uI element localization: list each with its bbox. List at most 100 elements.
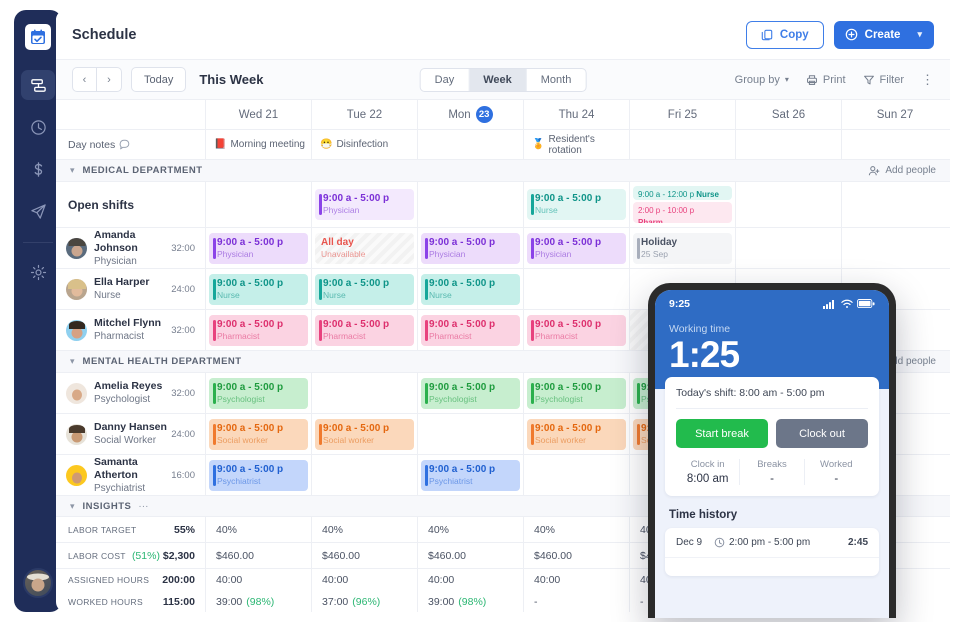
open-shift-cell[interactable] <box>736 182 842 227</box>
shift-cell[interactable] <box>312 373 418 413</box>
day-note-cell[interactable] <box>736 130 842 159</box>
shift-chip[interactable]: 9:00 a - 5:00 p Physician <box>527 233 626 264</box>
shift-cell[interactable]: 9:00 a - 5:00 p Psychiatrist <box>206 455 312 495</box>
next-week-button[interactable]: › <box>97 67 122 92</box>
day-note-cell[interactable]: 😷 Disinfection <box>312 130 418 159</box>
shift-cell[interactable] <box>418 414 524 454</box>
day-header-fri[interactable]: Fri 25 <box>630 100 736 129</box>
shift-cell[interactable]: 9:00 a - 5:00 p Pharmacist <box>524 310 630 350</box>
person-cell[interactable]: Danny Hansen Social Worker 24:00 <box>56 414 206 454</box>
shift-cell[interactable]: 9:00 a - 5:00 p Psychologist <box>206 373 312 413</box>
shift-cell[interactable]: 9:00 a - 5:00 p Pharmacist <box>418 310 524 350</box>
person-cell[interactable]: Amanda Johnson Physician 32:00 <box>56 228 206 268</box>
day-note-cell[interactable] <box>630 130 736 159</box>
open-shift-cell[interactable] <box>842 182 948 227</box>
day-note-cell[interactable] <box>418 130 524 159</box>
shift-cell[interactable]: 9:00 a - 5:00 p Nurse <box>206 269 312 309</box>
shift-cell[interactable]: 9:00 a - 5:00 p Social worker <box>206 414 312 454</box>
shift-cell[interactable] <box>312 455 418 495</box>
shift-cell[interactable]: 9:00 a - 5:00 p Social worker <box>312 414 418 454</box>
day-note-cell[interactable] <box>842 130 948 159</box>
shift-cell[interactable]: 9:00 a - 5:00 p Nurse <box>312 269 418 309</box>
open-shift-cell[interactable]: 9:00 a - 5:00 p Physician <box>312 182 418 227</box>
shift-cell[interactable]: 9:00 a - 5:00 p Pharmacist <box>312 310 418 350</box>
shift-cell[interactable]: 9:00 a - 5:00 p Physician <box>524 228 630 268</box>
view-week[interactable]: Week <box>469 69 527 91</box>
department-header-medical[interactable]: ▾ MEDICAL DEPARTMENT Add people <box>56 160 950 182</box>
sidebar-item-payroll[interactable] <box>21 154 55 184</box>
group-by-button[interactable]: Group by ▾ <box>735 74 789 86</box>
shift-chip[interactable]: 9:00 a - 5:00 p Social worker <box>527 419 626 450</box>
view-month[interactable]: Month <box>527 69 586 91</box>
sidebar-item-schedule[interactable] <box>21 70 55 100</box>
shift-chip-mini[interactable]: 2:00 p - 10:00 p Pharm... <box>633 202 732 223</box>
open-shift-cell[interactable] <box>206 182 312 227</box>
person-cell[interactable]: Ella Harper Nurse 24:00 <box>56 269 206 309</box>
user-avatar[interactable] <box>23 568 53 598</box>
shift-chip[interactable]: 9:00 a - 5:00 p Psychiatrist <box>209 460 308 491</box>
shift-cell[interactable]: Holiday 25 Sep <box>630 228 736 268</box>
shift-chip[interactable]: 9:00 a - 5:00 p Physician <box>209 233 308 264</box>
create-button[interactable]: Create ▾ <box>834 21 934 49</box>
shift-cell[interactable]: 9:00 a - 5:00 p Pharmacist <box>206 310 312 350</box>
shift-cell[interactable] <box>524 455 630 495</box>
shift-cell[interactable]: 9:00 a - 5:00 p Nurse <box>418 269 524 309</box>
view-day[interactable]: Day <box>421 69 470 91</box>
shift-cell[interactable]: All day Unavailable <box>312 228 418 268</box>
day-header-mon-today[interactable]: Mon 23 <box>418 100 524 129</box>
list-item[interactable]: Dec 9 2:00 pm - 5:00 pm 2:45 <box>665 528 879 558</box>
shift-cell[interactable]: 9:00 a - 5:00 p Physician <box>418 228 524 268</box>
sidebar-item-messages[interactable] <box>21 196 55 226</box>
holiday-chip[interactable]: Holiday 25 Sep <box>633 233 732 264</box>
day-header-thu[interactable]: Thu 24 <box>524 100 630 129</box>
more-options-button[interactable]: ⋮ <box>921 72 934 88</box>
shift-cell[interactable]: 9:00 a - 5:00 p Psychiatrist <box>418 455 524 495</box>
person-cell[interactable]: Mitchel Flynn Pharmacist 32:00 <box>56 310 206 350</box>
open-shift-cell[interactable]: 9:00 a - 12:00 p Nurse 2:00 p - 10:00 p … <box>630 182 736 227</box>
shift-chip[interactable]: 9:00 a - 5:00 p Pharmacist <box>315 315 414 346</box>
chevron-down-icon[interactable]: ▾ <box>70 501 75 512</box>
shift-chip[interactable]: 9:00 a - 5:00 p Nurse <box>209 274 308 305</box>
sidebar-item-settings[interactable] <box>21 257 55 287</box>
chevron-down-icon[interactable]: ▾ <box>917 29 922 40</box>
shift-cell[interactable]: 9:00 a - 5:00 p Physician <box>206 228 312 268</box>
shift-chip[interactable]: 9:00 a - 5:00 p Social worker <box>209 419 308 450</box>
shift-chip[interactable]: 9:00 a - 5:00 p Nurse <box>421 274 520 305</box>
add-people-button[interactable]: Add people <box>868 165 936 177</box>
shift-cell[interactable] <box>524 269 630 309</box>
day-header-sun[interactable]: Sun 27 <box>842 100 948 129</box>
list-item[interactable] <box>665 558 879 576</box>
filter-button[interactable]: Filter <box>863 74 904 86</box>
app-logo[interactable] <box>25 24 51 50</box>
shift-chip-mini[interactable]: 9:00 a - 12:00 p Nurse <box>633 186 732 200</box>
shift-chip[interactable]: 9:00 a - 5:00 p Pharmacist <box>421 315 520 346</box>
day-header-wed[interactable]: Wed 21 <box>206 100 312 129</box>
today-button[interactable]: Today <box>131 67 186 92</box>
chevron-down-icon[interactable]: ▾ <box>70 165 75 176</box>
person-cell[interactable]: Amelia Reyes Psychologist 32:00 <box>56 373 206 413</box>
shift-chip[interactable]: 9:00 a - 5:00 p Psychiatrist <box>421 460 520 491</box>
shift-cell[interactable] <box>842 228 948 268</box>
insights-more-icon[interactable]: ··· <box>138 501 148 512</box>
clock-out-button[interactable]: Clock out <box>776 419 868 448</box>
day-note-cell[interactable]: 🏅 Resident's rotation <box>524 130 630 159</box>
day-header-sat[interactable]: Sat 26 <box>736 100 842 129</box>
shift-chip[interactable]: 9:00 a - 5:00 p Nurse <box>527 189 626 220</box>
person-cell[interactable]: Samanta Atherton Psychiatrist 16:00 <box>56 455 206 495</box>
unavailable-chip[interactable]: All day Unavailable <box>315 233 414 264</box>
start-break-button[interactable]: Start break <box>676 419 768 448</box>
sidebar-item-time-clock[interactable] <box>21 112 55 142</box>
shift-chip[interactable]: 9:00 a - 5:00 p Psychologist <box>527 378 626 409</box>
chevron-down-icon[interactable]: ▾ <box>70 356 75 367</box>
shift-cell[interactable] <box>736 228 842 268</box>
shift-cell[interactable]: 9:00 a - 5:00 p Psychologist <box>418 373 524 413</box>
day-note-cell[interactable]: 📕 Morning meeting <box>206 130 312 159</box>
prev-week-button[interactable]: ‹ <box>72 67 97 92</box>
open-shift-cell[interactable] <box>418 182 524 227</box>
shift-cell[interactable]: 9:00 a - 5:00 p Psychologist <box>524 373 630 413</box>
print-button[interactable]: Print <box>806 74 846 86</box>
day-header-tue[interactable]: Tue 22 <box>312 100 418 129</box>
shift-chip[interactable]: 9:00 a - 5:00 p Physician <box>421 233 520 264</box>
shift-chip[interactable]: 9:00 a - 5:00 p Social worker <box>315 419 414 450</box>
shift-chip[interactable]: 9:00 a - 5:00 p Psychologist <box>209 378 308 409</box>
